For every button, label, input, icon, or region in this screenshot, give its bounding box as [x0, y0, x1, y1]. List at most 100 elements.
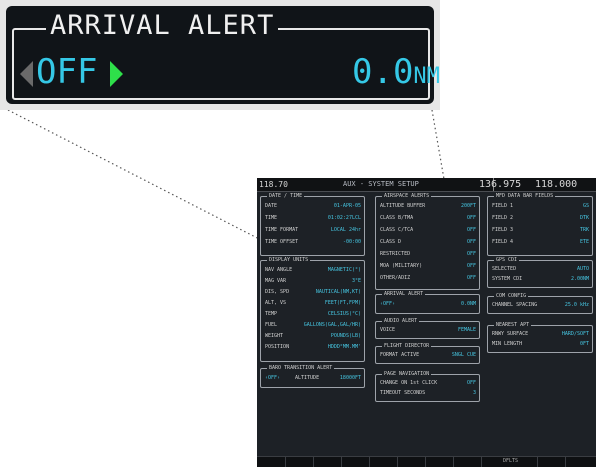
softkey-divider	[481, 457, 482, 467]
field-4-row[interactable]: FIELD 4 ETE	[492, 238, 589, 247]
arrow-right-icon[interactable]	[110, 61, 123, 87]
row-value[interactable]: GALLONS(GAL,GAL/HR)	[304, 321, 361, 330]
callout-title: ARRIVAL ALERT	[46, 12, 279, 40]
temp-row[interactable]: TEMP CELSIUS(°C)	[265, 310, 361, 319]
airspace-alerts-group: AIRSPACE ALERTS ALTITUDE BUFFER 200FT CLA…	[375, 192, 480, 290]
row-label: RESTRICTED	[380, 251, 411, 257]
row-value[interactable]: OFF	[467, 214, 476, 223]
top-bar: 118.70 AUX - SYSTEM SETUP 136.975 118.00…	[257, 178, 596, 203]
row-value[interactable]: OFF	[467, 226, 476, 235]
other-adiz-row[interactable]: OTHER/ADIZ OFF	[380, 274, 476, 283]
runway-surface-row[interactable]: RNWY SURFACE HARD/SOFT	[492, 330, 589, 339]
group-title: ARRIVAL ALERT	[382, 290, 426, 298]
softkey-defaults[interactable]: DFLTS	[503, 457, 518, 465]
row-value[interactable]: 0FT	[580, 340, 589, 349]
nav-angle-row[interactable]: NAV ANGLE MAGNETIC(°)	[265, 266, 361, 275]
alt-vs-row[interactable]: ALT, VS FEET(FT,FPM)	[265, 299, 361, 308]
row-value[interactable]: ETE	[580, 238, 589, 247]
voice-row[interactable]: VOICE FEMALE	[380, 326, 476, 335]
row-value[interactable]: TRK	[580, 226, 589, 235]
row-value[interactable]: 25.0 kHz	[565, 301, 589, 310]
class-d-row[interactable]: CLASS D OFF	[380, 238, 476, 247]
row-label: DATE	[265, 203, 278, 209]
row-label: TIME OFFSET	[265, 239, 299, 245]
row-value[interactable]: OFF	[467, 250, 476, 259]
row-value[interactable]: NAUTICAL(NM,KT)	[316, 288, 361, 297]
arrival-alert-distance[interactable]: 0.0NM	[461, 300, 476, 309]
row-value[interactable]: 01-APR-05	[334, 202, 361, 211]
flight-director-group: FLIGHT DIRECTOR FORMAT ACTIVE SNGL CUE	[375, 342, 480, 364]
row-value[interactable]: 200FT	[461, 202, 476, 211]
row-value[interactable]: FEET(FT,FPM)	[325, 299, 361, 308]
callout-distance[interactable]: 0.0NM	[352, 52, 440, 97]
time-format-row[interactable]: TIME FORMAT LOCAL 24hr	[265, 226, 361, 235]
row-label: FIELD 4	[492, 239, 514, 245]
row-label: SELECTED	[492, 266, 517, 272]
date-row[interactable]: DATE 01-APR-05	[265, 202, 361, 211]
min-length-row[interactable]: MIN LENGTH 0FT	[492, 340, 589, 349]
channel-spacing-row[interactable]: CHANNEL SPACING 25.0 kHz	[492, 301, 589, 310]
baro-transition-row[interactable]: ‹OFF› ALTITUDE 18000FT	[265, 374, 361, 383]
baro-transition-state[interactable]: ‹OFF›	[265, 374, 280, 383]
callout-distance-unit: NM	[413, 64, 440, 89]
time-row[interactable]: TIME 01:02:27LCL	[265, 214, 361, 223]
field-1-row[interactable]: FIELD 1 GS	[492, 202, 589, 211]
mfd-screen: 118.70 AUX - SYSTEM SETUP 136.975 118.00…	[257, 178, 596, 467]
format-active-row[interactable]: FORMAT ACTIVE SNGL CUE	[380, 351, 476, 360]
moa-row[interactable]: MOA (MILITARY) OFF	[380, 262, 476, 271]
date-time-group: DATE / TIME DATE 01-APR-05 TIME 01:02:27LC…	[260, 192, 365, 256]
timeout-seconds-row[interactable]: TIMEOUT SECONDS 3	[380, 389, 476, 398]
softkey-divider	[425, 457, 426, 467]
altitude-buffer-row[interactable]: ALTITUDE BUFFER 200FT	[380, 202, 476, 211]
time-offset-row[interactable]: TIME OFFSET -00:00	[265, 238, 361, 247]
row-value[interactable]: 01:02:27LCL	[328, 214, 361, 223]
altitude-value[interactable]: 18000FT	[340, 374, 361, 383]
class-b-row[interactable]: CLASS B/TMA OFF	[380, 214, 476, 223]
row-label: TIME	[265, 215, 278, 221]
row-value[interactable]: FEMALE	[458, 326, 476, 335]
callout-state-value[interactable]: OFF	[36, 52, 97, 92]
row-value[interactable]: OFF	[467, 262, 476, 271]
arrival-alert-state[interactable]: ‹OFF›	[380, 300, 395, 309]
change-on-click-row[interactable]: CHANGE ON 1st CLICK OFF	[380, 379, 476, 388]
fuel-row[interactable]: FUEL GALLONS(GAL,GAL/HR)	[265, 321, 361, 330]
row-value[interactable]: CELSIUS(°C)	[328, 310, 361, 319]
row-value[interactable]: 3°E	[352, 277, 361, 286]
row-value[interactable]: MAGNETIC(°)	[328, 266, 361, 275]
arrow-left-icon[interactable]	[20, 61, 33, 87]
row-value[interactable]: POUNDS(LB)	[331, 332, 361, 341]
weight-row[interactable]: WEIGHT POUNDS(LB)	[265, 332, 361, 341]
restricted-row[interactable]: RESTRICTED OFF	[380, 250, 476, 259]
field-3-row[interactable]: FIELD 3 TRK	[492, 226, 589, 235]
row-label: NAV ANGLE	[265, 267, 293, 273]
row-value[interactable]: -00:00	[343, 238, 361, 247]
softkey-divider	[341, 457, 342, 467]
selected-row[interactable]: SELECTED AUTO	[492, 265, 589, 274]
row-value[interactable]: DTK	[580, 214, 589, 223]
system-cdi-row[interactable]: SYSTEM CDI 2.00NM	[492, 275, 589, 284]
row-label: ALT, VS	[265, 300, 287, 306]
row-value[interactable]: LOCAL 24hr	[331, 226, 361, 235]
row-value[interactable]: OFF	[467, 238, 476, 247]
page-title: AUX - SYSTEM SETUP	[343, 180, 419, 188]
callout-panel: ARRIVAL ALERT OFF 0.0NM	[6, 6, 440, 104]
mag-var-row[interactable]: MAG VAR 3°E	[265, 277, 361, 286]
row-value[interactable]: 2.00NM	[571, 275, 589, 284]
row-value[interactable]: OFF	[467, 274, 476, 283]
row-value[interactable]: AUTO	[577, 265, 589, 274]
row-value[interactable]: HARD/SOFT	[562, 330, 589, 339]
dis-spd-row[interactable]: DIS, SPD NAUTICAL(NM,KT)	[265, 288, 361, 297]
row-label: SYSTEM CDI	[492, 276, 523, 282]
audio-alert-group: AUDIO ALERT VOICE FEMALE	[375, 317, 480, 339]
softkey-bar: DFLTS	[257, 456, 596, 467]
row-label: MAG VAR	[265, 278, 287, 284]
class-c-row[interactable]: CLASS C/TCA OFF	[380, 226, 476, 235]
row-value[interactable]: GS	[583, 202, 589, 211]
row-value[interactable]: OFF	[467, 379, 476, 388]
row-value[interactable]: HDDD°MM.MM'	[328, 343, 361, 352]
row-value[interactable]: SNGL CUE	[452, 351, 476, 360]
field-2-row[interactable]: FIELD 2 DTK	[492, 214, 589, 223]
arrival-alert-row[interactable]: ‹OFF› 0.0NM	[380, 300, 476, 309]
position-row[interactable]: POSITION HDDD°MM.MM'	[265, 343, 361, 352]
row-value[interactable]: 3	[473, 389, 476, 398]
